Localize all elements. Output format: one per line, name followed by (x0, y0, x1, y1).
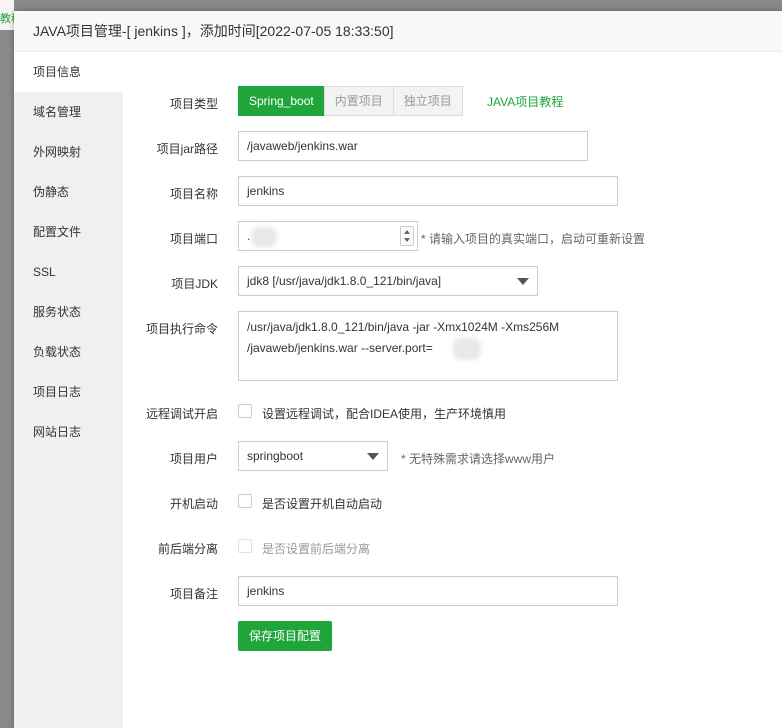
project-type-standalone[interactable]: 独立项目 (392, 86, 463, 116)
exec-command-textarea[interactable]: /usr/java/jdk1.8.0_121/bin/java -jar -Xm… (238, 311, 618, 381)
exec-command-line-1: /usr/java/jdk1.8.0_121/bin/java -jar -Xm… (247, 320, 560, 334)
sidebar-item-site-log[interactable]: 网站日志 (14, 412, 123, 452)
label-project-jdk: 项目JDK (171, 277, 218, 291)
form-content: 项目类型 Spring_boot 内置项目 独立项目 JAVA项目教程 项目ja… (123, 52, 782, 728)
sidebar-item-ssl[interactable]: SSL (14, 252, 123, 292)
sidebar-item-external-mapping[interactable]: 外网映射 (14, 132, 123, 172)
stepper-up-icon[interactable] (404, 230, 410, 234)
chevron-down-icon (367, 453, 379, 460)
save-config-button[interactable]: 保存项目配置 (238, 621, 333, 651)
jar-path-input[interactable]: /javaweb/jenkins.war (238, 131, 588, 161)
label-project-name: 项目名称 (169, 187, 218, 201)
label-auto-start: 开机启动 (169, 497, 218, 511)
sidebar: 项目信息 域名管理 外网映射 伪静态 配置文件 SSL 服务状态 负载状态 项目… (14, 52, 123, 728)
label-remote-debug: 远程调试开启 (145, 407, 218, 421)
project-port-input[interactable]: . (238, 221, 418, 251)
java-project-dialog: JAVA项目管理-[ jenkins ]，添加时间[2022-07-05 18:… (14, 11, 782, 728)
separation-checkbox[interactable] (238, 539, 252, 553)
redacted-port (251, 227, 277, 247)
label-separation: 前后端分离 (157, 542, 218, 556)
sidebar-item-project-log[interactable]: 项目日志 (14, 372, 123, 412)
label-project-type: 项目类型 (169, 97, 218, 111)
sidebar-item-config-file[interactable]: 配置文件 (14, 212, 123, 252)
sidebar-item-load-status[interactable]: 负载状态 (14, 332, 123, 372)
dialog-title: JAVA项目管理-[ jenkins ]，添加时间[2022-07-05 18:… (14, 11, 782, 52)
redacted-command-port (453, 338, 481, 360)
jdk-select-value: jdk8 [/usr/java/jdk1.8.0_121/bin/java] (247, 274, 442, 288)
project-name-input[interactable]: jenkins (238, 176, 618, 206)
sidebar-item-service-status[interactable]: 服务状态 (14, 292, 123, 332)
port-stepper[interactable] (400, 226, 414, 246)
project-user-select[interactable]: springboot (238, 441, 388, 471)
jdk-select[interactable]: jdk8 [/usr/java/jdk1.8.0_121/bin/java] (238, 266, 538, 296)
sidebar-item-project-info[interactable]: 项目信息 (14, 52, 123, 92)
project-type-builtin[interactable]: 内置项目 (323, 86, 394, 116)
project-type-group: Spring_boot 内置项目 独立项目 (238, 86, 463, 116)
stepper-down-icon[interactable] (404, 238, 410, 242)
exec-command-line-2: /javaweb/jenkins.war --server.port= (247, 341, 433, 355)
label-project-user: 项目用户 (169, 452, 218, 466)
remote-debug-checkbox[interactable] (238, 404, 252, 418)
auto-start-text: 是否设置开机自动启动 (262, 497, 383, 511)
auto-start-checkbox[interactable] (238, 494, 252, 508)
port-hint: * 请输入项目的真实端口，启动可重新设置 (421, 232, 646, 246)
remark-input[interactable]: jenkins (238, 576, 618, 606)
label-exec-command: 项目执行命令 (145, 322, 218, 336)
label-project-port: 项目端口 (169, 232, 218, 246)
sidebar-item-domain[interactable]: 域名管理 (14, 92, 123, 132)
sidebar-item-rewrite[interactable]: 伪静态 (14, 172, 123, 212)
label-jar-path: 项目jar路径 (156, 142, 218, 156)
chevron-down-icon (517, 278, 529, 285)
separation-text: 是否设置前后端分离 (262, 542, 371, 556)
remote-debug-text: 设置远程调试，配合IDEA使用，生产环境慎用 (262, 407, 507, 421)
project-type-spring-boot[interactable]: Spring_boot (238, 86, 325, 116)
java-tutorial-link[interactable]: JAVA项目教程 (487, 93, 563, 110)
user-hint: * 无特殊需求请选择www用户 (401, 452, 556, 466)
project-user-value: springboot (247, 449, 304, 463)
project-port-value: . (247, 229, 251, 243)
label-remark: 项目备注 (169, 587, 218, 601)
